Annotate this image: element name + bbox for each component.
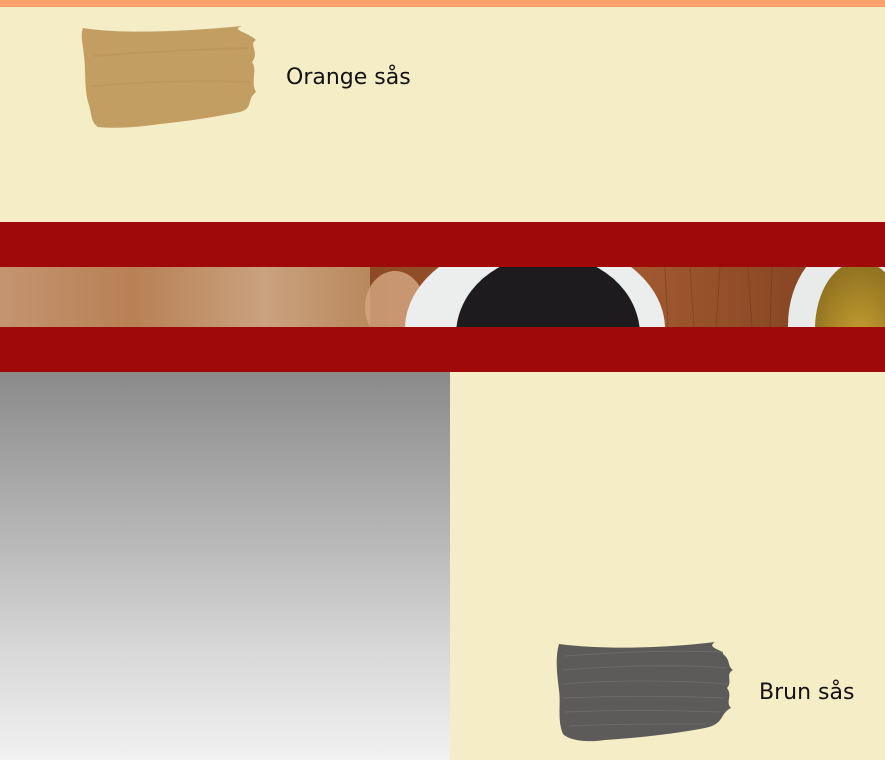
page: Orange sås Brun sås — [0, 0, 885, 760]
coffee-cups-photo — [0, 267, 885, 327]
orange-paint-stroke-icon — [81, 26, 256, 128]
top-accent-bar — [0, 0, 885, 7]
swatch-brown[interactable]: Brun sås — [555, 640, 854, 744]
banner-photo — [0, 267, 885, 327]
brown-paint-stroke-icon — [556, 642, 733, 742]
gradient-panel — [0, 372, 450, 760]
swatch-label: Brun sås — [759, 679, 855, 705]
swatch-label: Orange sås — [286, 65, 411, 90]
hero-banner — [0, 222, 885, 372]
swatch-orange[interactable]: Orange sås — [80, 26, 411, 129]
